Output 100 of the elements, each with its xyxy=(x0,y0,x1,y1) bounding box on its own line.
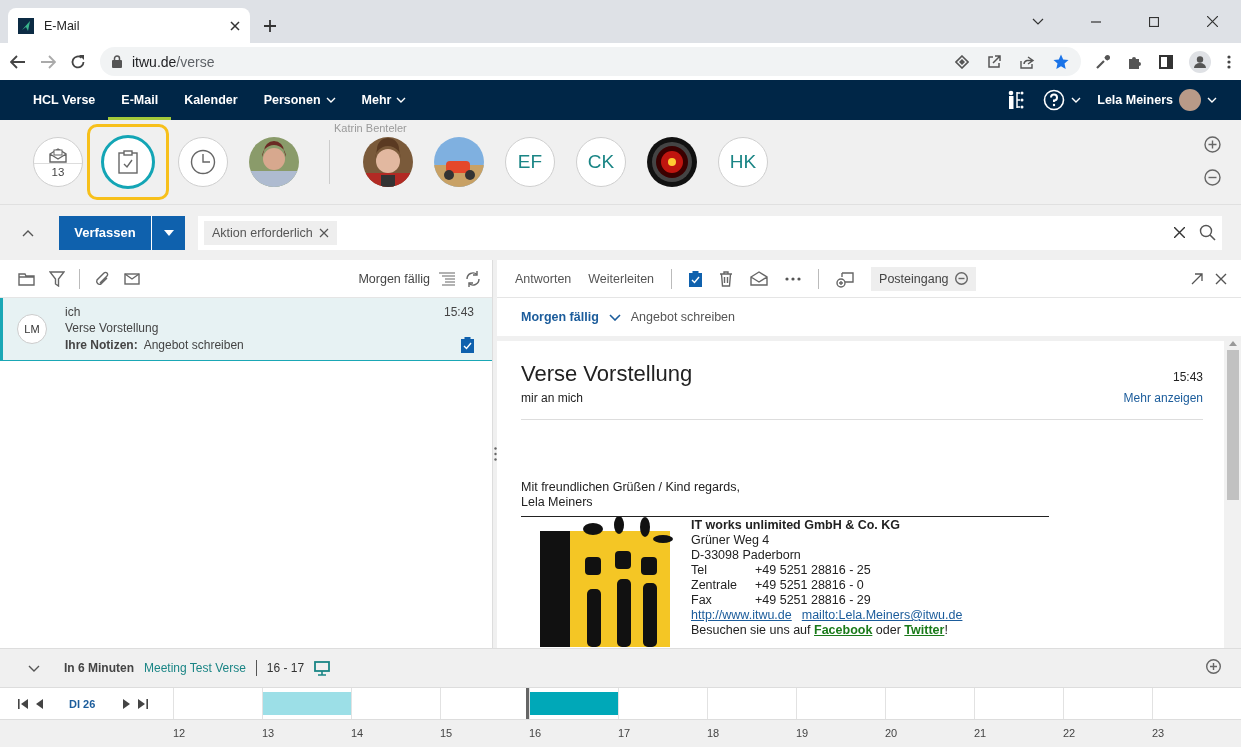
plus-icon[interactable] xyxy=(263,18,277,33)
paperclip-icon[interactable] xyxy=(94,270,110,287)
due-date[interactable]: Morgen fällig xyxy=(521,310,599,324)
initials-avatar[interactable]: EF xyxy=(505,137,555,187)
browser-tab[interactable]: E-Mail xyxy=(8,8,250,43)
toolbar-link[interactable]: Antworten xyxy=(515,271,572,286)
visit-text: Besuchen sie uns auf Facebook oder Twitter! xyxy=(691,623,949,638)
close-icon[interactable] xyxy=(318,227,329,238)
message-row[interactable]: LM ich 15:43 Verse Vorstellung Ihre Notizen: Angebot schreiben xyxy=(0,298,492,361)
toolbar-link[interactable]: Weiterleiten xyxy=(588,271,655,286)
avatar[interactable] xyxy=(1179,89,1201,111)
initials-avatar: LM xyxy=(17,314,47,344)
hour-label: 22 xyxy=(1063,726,1077,741)
close-icon[interactable] xyxy=(230,20,240,31)
search-icon[interactable] xyxy=(1199,224,1216,241)
diamond-icon[interactable] xyxy=(955,54,969,69)
clipboard-check-icon[interactable] xyxy=(461,337,474,353)
clipboard-check-icon[interactable] xyxy=(689,270,703,287)
clock-button[interactable] xyxy=(178,137,228,187)
chevron-down-icon[interactable] xyxy=(28,664,40,672)
chevron-up-icon[interactable] xyxy=(22,230,34,237)
address-line: Grüner Weg 4 xyxy=(691,533,771,548)
chevron-down-icon[interactable] xyxy=(608,313,621,321)
phone-number: +49 5251 28816 - 29 xyxy=(755,593,871,608)
more-icon[interactable] xyxy=(785,276,802,281)
envelope-icon[interactable] xyxy=(124,272,140,285)
folder-chip[interactable]: Posteingang xyxy=(871,266,976,291)
search-field[interactable]: Aktion erforderlich xyxy=(198,215,1222,250)
caret-icon xyxy=(163,229,174,236)
previous-icon[interactable] xyxy=(36,698,43,709)
avatar[interactable] xyxy=(363,137,413,187)
initials-avatar[interactable]: HK xyxy=(718,137,768,187)
nav-tab[interactable]: Personen xyxy=(250,80,349,120)
zoom-in-icon[interactable] xyxy=(1204,136,1221,153)
scrollbar[interactable] xyxy=(1224,341,1241,648)
link[interactable]: http://www.itwu.de xyxy=(691,608,792,623)
presentation-icon[interactable] xyxy=(314,660,331,676)
dropdown-button[interactable] xyxy=(151,215,185,250)
hour-label: 18 xyxy=(707,726,721,741)
next-icon[interactable] xyxy=(123,698,131,709)
initials-avatar[interactable]: CK xyxy=(576,137,626,187)
date-label[interactable]: DI 26 xyxy=(69,697,96,710)
eyedropper-icon[interactable] xyxy=(1095,53,1111,70)
back-icon[interactable] xyxy=(10,54,26,69)
scroll-up-icon xyxy=(1228,341,1237,346)
compose-button[interactable]: Verfassen xyxy=(59,215,151,250)
refresh-icon[interactable] xyxy=(464,269,482,288)
company-name: IT works unlimited GmbH & Co. KG xyxy=(691,518,902,533)
avatar[interactable] xyxy=(647,137,697,187)
nav-tab[interactable]: Kalender xyxy=(171,80,251,120)
timeline-slot[interactable] xyxy=(440,688,529,719)
show-more-link[interactable]: Mehr anzeigen xyxy=(1123,391,1203,405)
move-to-folder-icon[interactable] xyxy=(836,269,855,288)
add-icon[interactable] xyxy=(1206,659,1221,674)
app-logo-icon xyxy=(18,17,34,34)
remove-icon[interactable] xyxy=(954,272,968,285)
upcoming-label: In 6 Minuten xyxy=(64,661,134,675)
address-line: D-33098 Paderborn xyxy=(691,548,802,563)
inbox-button[interactable]: 13 xyxy=(33,137,83,187)
note-text: Angebot schreiben xyxy=(630,310,736,324)
action-required-button[interactable] xyxy=(101,135,155,189)
scroll-thumb[interactable] xyxy=(1226,350,1239,500)
filter-icon[interactable] xyxy=(49,270,65,287)
meeting-time: 16 - 17 xyxy=(266,661,305,675)
drag-handle-icon[interactable] xyxy=(493,447,497,461)
zoom-out-icon[interactable] xyxy=(1204,169,1221,186)
open-external-icon[interactable] xyxy=(987,54,1001,69)
hour-label: 17 xyxy=(618,726,632,741)
folder-icon[interactable] xyxy=(18,271,35,286)
star-icon[interactable] xyxy=(1053,53,1069,70)
reload-icon[interactable] xyxy=(70,53,86,70)
profile-icon[interactable] xyxy=(1189,50,1211,73)
address-bar[interactable]: itwu.de/verse xyxy=(100,47,1081,76)
close-icon[interactable] xyxy=(1174,227,1185,238)
first-icon[interactable] xyxy=(18,698,28,709)
last-icon[interactable] xyxy=(138,698,149,709)
avatar[interactable] xyxy=(434,137,484,187)
filter-chip[interactable]: Aktion erforderlich xyxy=(204,220,337,245)
pop-out-icon[interactable] xyxy=(1191,272,1203,285)
help-icon[interactable] xyxy=(1043,89,1066,111)
link[interactable]: mailto:Lela.Meiners@itwu.de xyxy=(801,608,963,623)
hour-label: 23 xyxy=(1152,726,1166,741)
lock-icon xyxy=(112,55,122,68)
envelope-icon xyxy=(49,146,67,163)
link[interactable]: Facebook xyxy=(814,623,873,637)
more-vertical-icon[interactable] xyxy=(1227,54,1231,69)
share-icon[interactable] xyxy=(1019,54,1035,69)
hour-label: 20 xyxy=(885,726,899,741)
meeting-link[interactable]: Meeting Test Verse xyxy=(144,661,246,675)
avatar[interactable] xyxy=(249,137,299,187)
nav-tab[interactable]: Mehr xyxy=(348,80,420,120)
phone-label: Zentrale xyxy=(691,578,738,593)
open-envelope-icon[interactable] xyxy=(750,271,769,286)
close-icon[interactable] xyxy=(1215,272,1227,285)
trash-icon[interactable] xyxy=(719,270,734,287)
greeting-line: Lela Meiners xyxy=(521,495,594,510)
user-name[interactable]: Lela Meiners xyxy=(1097,93,1173,107)
side-panel-icon[interactable] xyxy=(1159,54,1173,69)
hour-label: 16 xyxy=(529,726,543,741)
nav-tab[interactable]: HCL Verse xyxy=(20,80,109,120)
